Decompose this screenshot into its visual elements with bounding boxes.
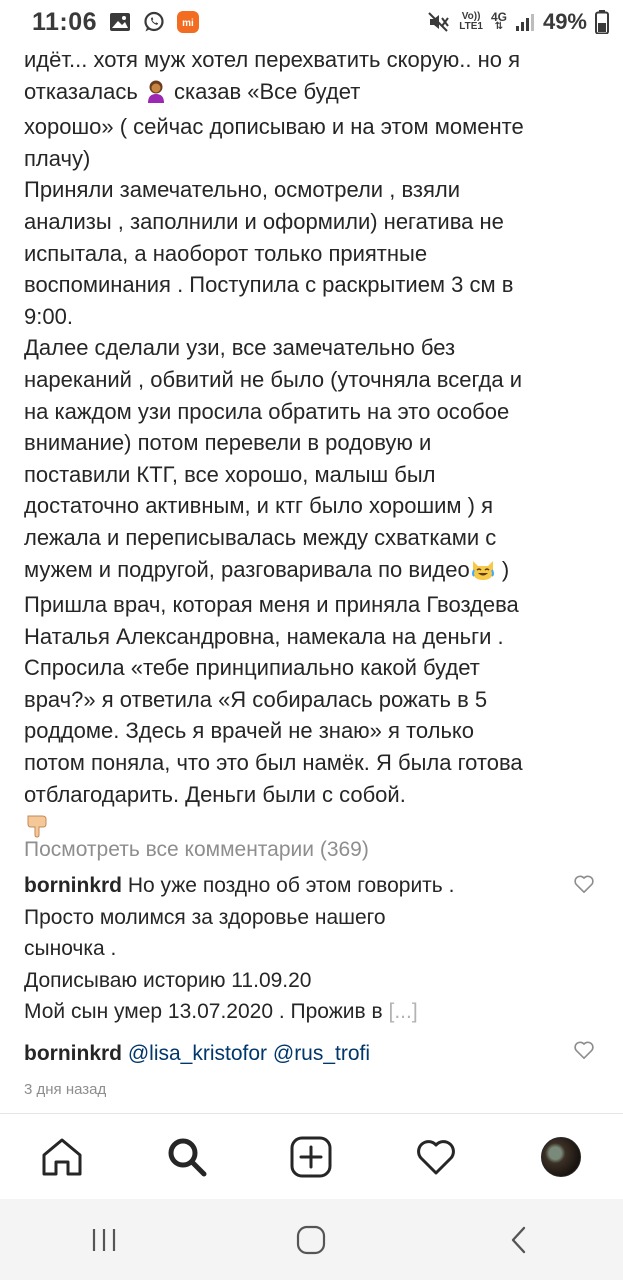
caption-line: Спросила «тебе принципиально какой будет xyxy=(24,655,480,681)
home-icon[interactable] xyxy=(32,1127,92,1187)
caption-line: Пришла врач, которая меня и приняла Гвоз… xyxy=(24,592,519,618)
caption-line: воспоминания . Поступила с раскрытием 3 … xyxy=(24,272,514,298)
battery-percent: 49% xyxy=(542,9,587,34)
caption-line: на каждом узи просила обратить на это ос… xyxy=(24,398,510,424)
caption-line: отказалась сказав «Все будет xyxy=(24,76,599,112)
profile-avatar[interactable] xyxy=(531,1127,591,1187)
comment-text: Дописываю историю 11.09.20 xyxy=(24,968,312,992)
caption-line: врач?» я ответила «Я собиралась рожать в… xyxy=(24,686,488,712)
cat-tears-of-joy-emoji xyxy=(470,557,496,590)
svg-text:mi: mi xyxy=(182,18,194,29)
volte-indicator: Vo)) LTE1 xyxy=(459,12,483,32)
like-comment-heart-icon[interactable] xyxy=(573,874,595,899)
caption-line: потом поняла, что это был намёк. Я была … xyxy=(24,750,523,776)
network-gen: 4G ⇅ xyxy=(490,10,507,32)
caption-line: лежала и переписывалась между схватками … xyxy=(24,524,497,550)
caption-line: Далее сделали узи, все замечательно без xyxy=(24,335,456,361)
clock: 11:06 xyxy=(32,7,98,36)
comment-item: borninkrd Но уже поздно об этом говорить… xyxy=(24,870,569,1028)
caption-line: роддоме. Здесь я врачей не знаю» я тольк… xyxy=(24,718,475,744)
comment-text: сыночка . xyxy=(24,937,117,961)
caption-line: Наталья Александровна, намекала на деньг… xyxy=(24,623,504,649)
comment-text: Мой сын умер 13.07.2020 . Прожив в xyxy=(24,1000,383,1024)
signal-icon xyxy=(515,12,535,32)
caption-text: мужем и подругой, разговаривала по видео xyxy=(24,556,470,582)
caption-line: испытала, а наоборот только приятные xyxy=(24,240,428,266)
home-circle-icon[interactable] xyxy=(281,1210,341,1270)
status-bar: 11:06 mi Vo)) LTE1 4G ⇅ 49% xyxy=(0,0,623,44)
caption-line: идёт... хотя муж хотел перехватить скору… xyxy=(24,47,520,72)
caption-line: внимание) потом перевели в родовую и xyxy=(24,430,432,456)
caption-line: Приняли замечательно, осмотрели , взяли xyxy=(24,177,461,203)
view-all-comments-link[interactable]: Посмотреть все комментарии (369) xyxy=(24,838,369,862)
recents-icon[interactable] xyxy=(74,1210,134,1270)
caption-line: плачу) xyxy=(24,145,91,171)
gallery-icon xyxy=(109,12,131,32)
comment-username[interactable]: borninkrd xyxy=(24,1042,122,1065)
activity-heart-icon[interactable] xyxy=(406,1127,466,1187)
caption-line: хорошо» ( сейчас дописываю и на этом мом… xyxy=(24,114,524,140)
caption-line: отблагодарить. Деньги были с собой. xyxy=(24,781,406,807)
new-post-icon[interactable] xyxy=(281,1127,341,1187)
comment-text: Просто молимся за здоровье нашего xyxy=(24,905,386,929)
mute-icon xyxy=(427,11,451,33)
caption-line: мужем и подругой, разговаривала по видео… xyxy=(24,554,599,590)
caption-line: нареканий , обвитий не было (уточняла вс… xyxy=(24,366,522,392)
search-icon[interactable] xyxy=(157,1127,217,1187)
post-timestamp: 3 дня назад xyxy=(24,1081,107,1098)
caption-text: ) xyxy=(501,556,510,582)
volte-bottom: LTE1 xyxy=(459,21,483,32)
mi-icon: mi xyxy=(177,11,200,33)
caption-text: отказалась xyxy=(24,78,138,104)
avatar xyxy=(540,1137,581,1177)
caption-line: анализы , заполнили и оформили) негатива… xyxy=(24,208,504,234)
mention-link[interactable]: @rus_trofi xyxy=(273,1042,370,1065)
comment-text: Но уже поздно об этом говорить . xyxy=(127,874,455,897)
system-navigation-bar xyxy=(0,1199,623,1280)
caption-line: 9:00. xyxy=(24,303,73,329)
like-comment-heart-icon[interactable] xyxy=(573,1040,595,1065)
caption-line: достаточно активным, и ктг было хорошим … xyxy=(24,493,493,519)
bottom-navigation xyxy=(0,1113,623,1200)
back-icon[interactable] xyxy=(489,1210,549,1270)
more-link[interactable]: [...] xyxy=(388,1000,417,1023)
post-caption: идёт... хотя муж хотел перехватить скору… xyxy=(24,44,599,846)
whatsapp-icon xyxy=(143,11,165,33)
comment-item: borninkrd @lisa_kristofor @rus_trofi xyxy=(24,1038,569,1070)
mention-link[interactable]: @lisa_kristofor xyxy=(128,1042,267,1065)
battery-icon xyxy=(595,10,609,34)
woman-gesturing-emoji xyxy=(144,79,168,112)
caption-text: сказав «Все будет xyxy=(174,78,361,104)
caption-line: поставили КТГ, все хорошо, малыш был xyxy=(24,461,436,487)
comment-username[interactable]: borninkrd xyxy=(24,874,122,897)
